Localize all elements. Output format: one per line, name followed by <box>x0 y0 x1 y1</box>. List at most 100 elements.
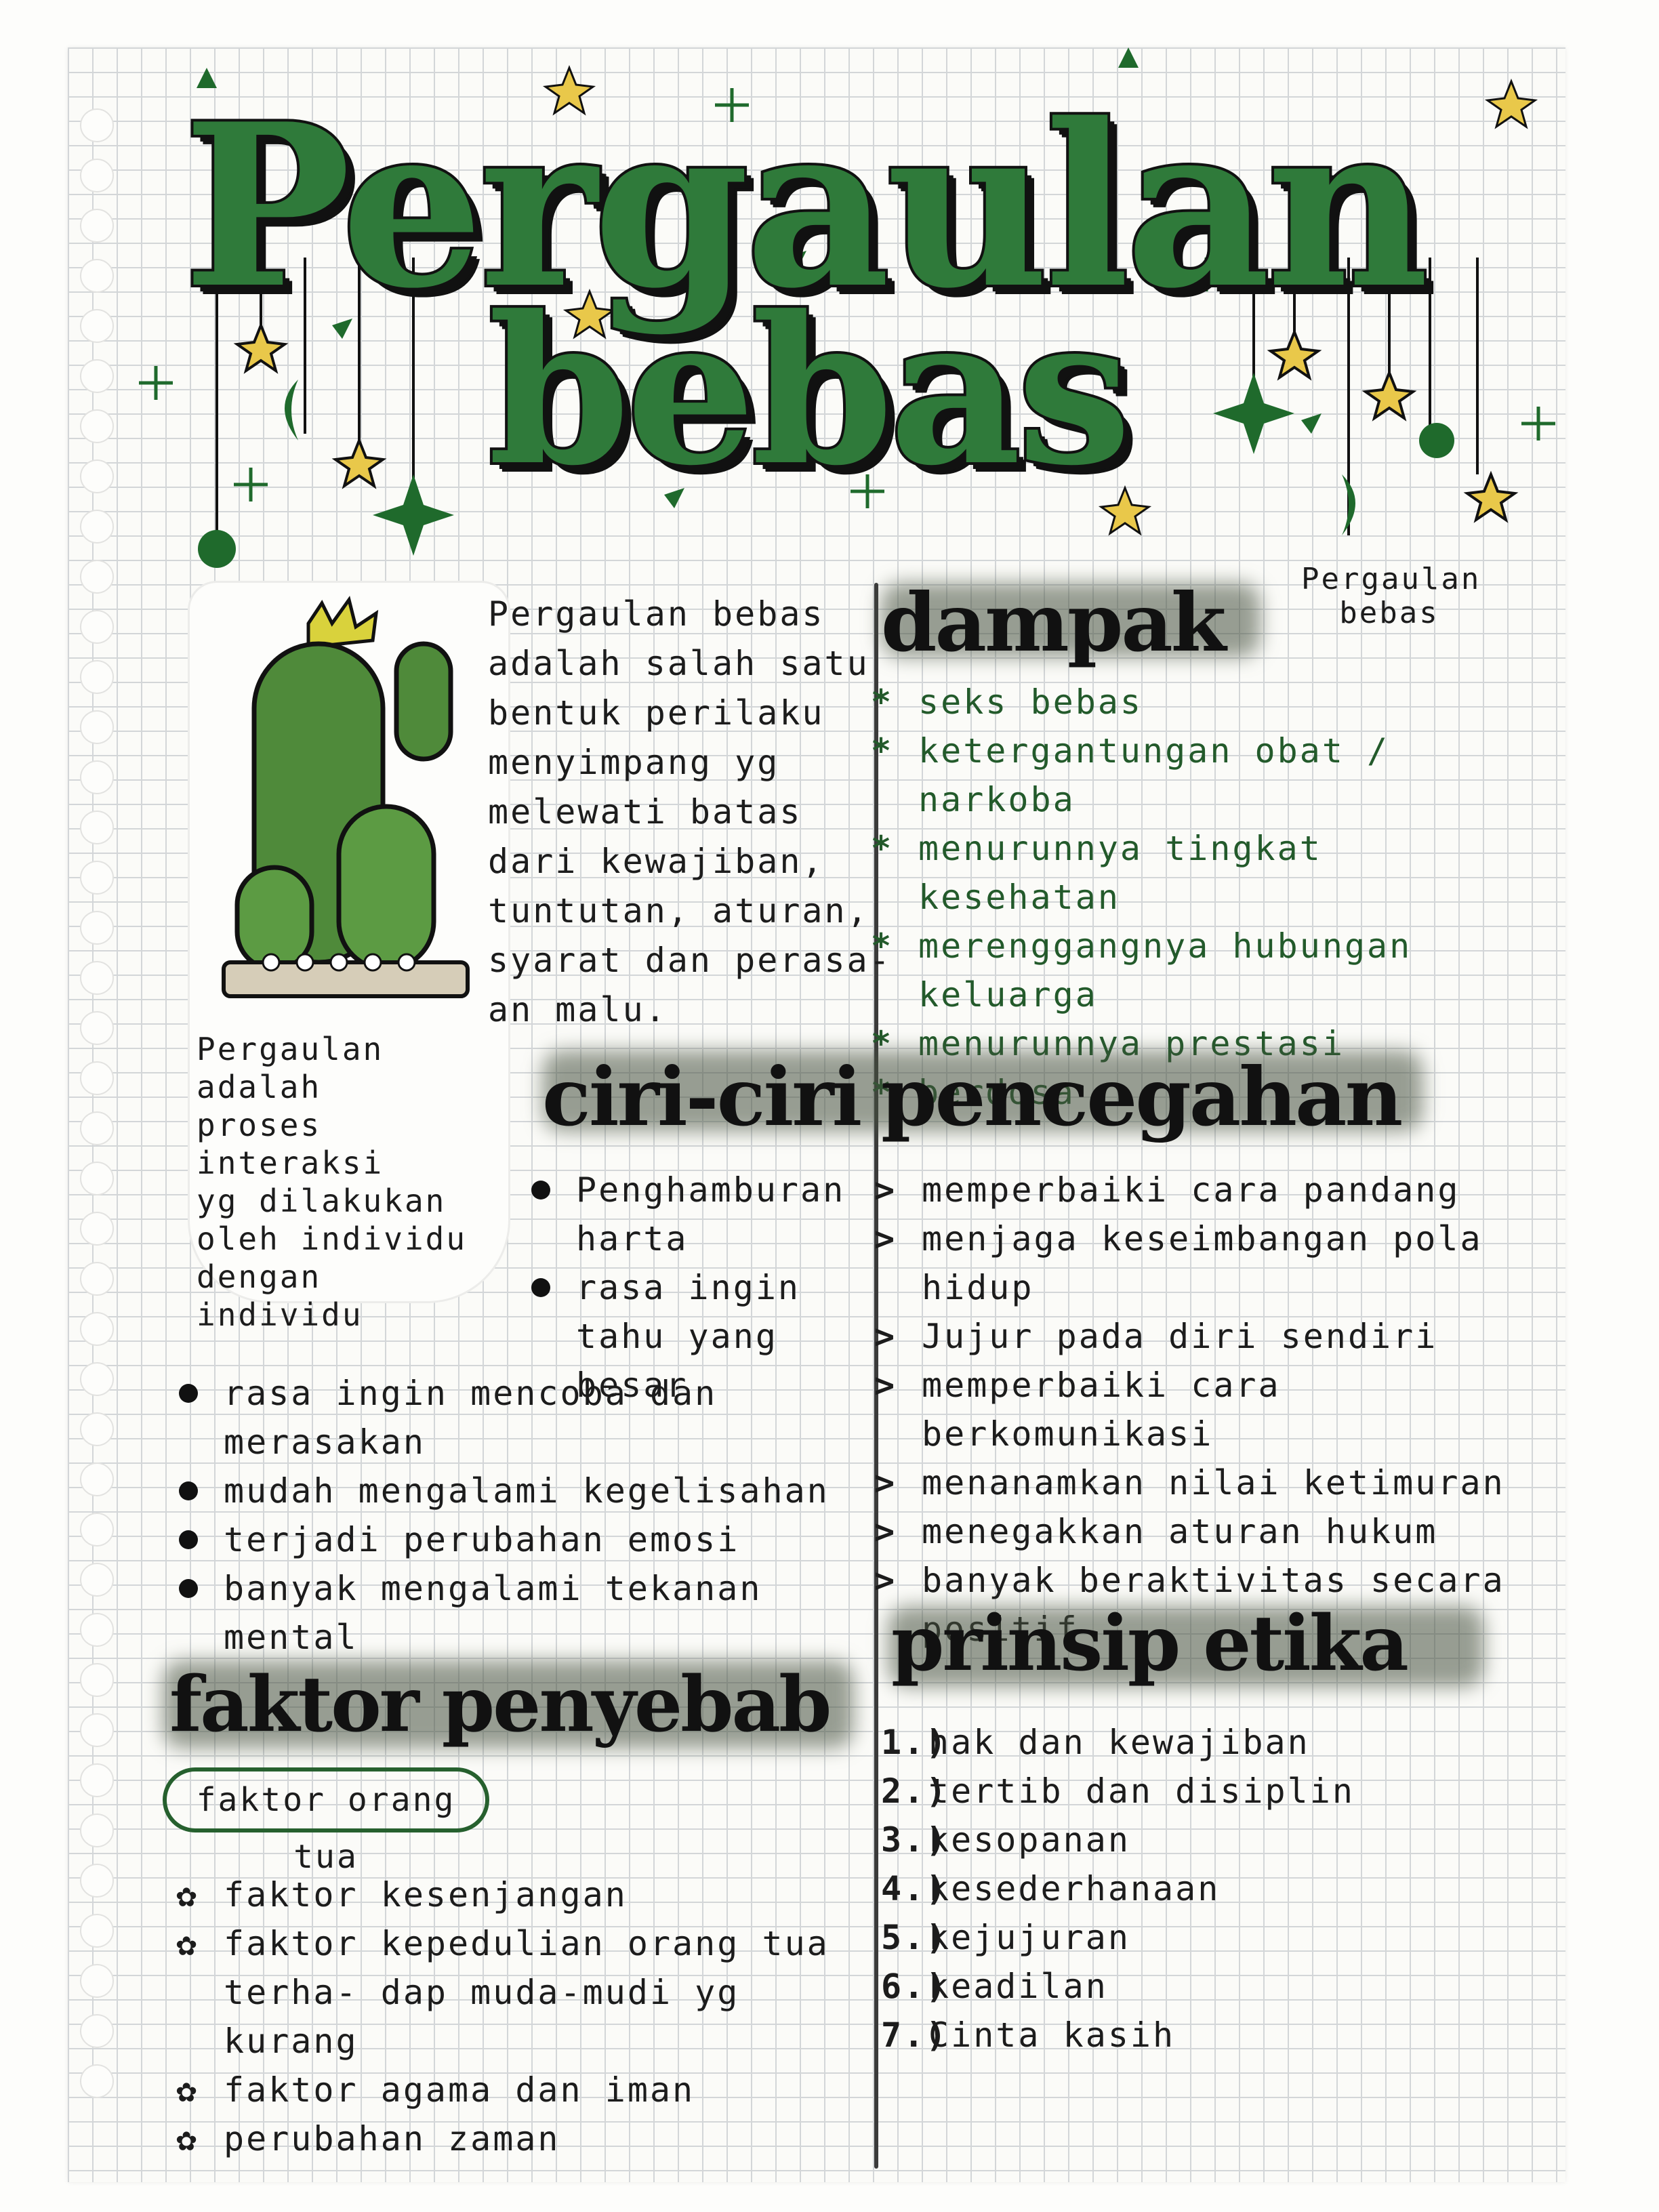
intro-line: syarat dan perasa- <box>488 941 892 980</box>
list-item: * ketergantungan obat / narkoba <box>871 726 1521 824</box>
list-item-text: kesederhanaan <box>928 1869 1221 1908</box>
list-item-text: kejujuran <box>928 1918 1130 1957</box>
bullet-dot-icon <box>179 1530 198 1549</box>
prinsip-heading: prinsip etika <box>891 1599 1409 1688</box>
binder-hole <box>80 1262 114 1296</box>
list-item: * menurunnya tingkat kesehatan <box>871 824 1521 922</box>
list-item-text: menjaga keseimbangan pola hidup <box>922 1219 1483 1307</box>
item-number: 4.) <box>881 1869 949 1908</box>
binder-hole <box>80 811 114 844</box>
list-item: terjadi perubahan emosi <box>176 1515 874 1564</box>
pencegahan-list: > memperbaiki cara pandang > menjaga keseim… <box>874 1166 1545 1654</box>
item-number: 7.) <box>881 2015 949 2055</box>
binder-hole <box>80 1914 114 1948</box>
binder-hole <box>80 1011 114 1045</box>
cactus-icon <box>222 596 470 998</box>
ciri-list: rasa ingin mencoba dan merasakan mudah me… <box>176 1369 874 1662</box>
list-item: 2.) tertib dan disiplin <box>881 1767 1545 1816</box>
bullet-marker: > <box>874 1170 897 1210</box>
item-number: 5.) <box>881 1918 949 1957</box>
binder-hole <box>80 961 114 995</box>
list-item: * seks bebas <box>871 678 1521 726</box>
ciri-heading: ciri-ciri <box>542 1050 862 1144</box>
list-item-text: faktor agama dan iman <box>224 2070 695 2110</box>
cactus-card: Pergaulan adalah proses interaksi yg dilak… <box>190 583 508 1333</box>
list-item: 1.) hak dan kewajiban <box>881 1718 1545 1767</box>
intro-line: bentuk perilaku <box>488 693 825 733</box>
list-item-text: faktor kepedulian orang tua terha- dap m… <box>224 1924 830 2061</box>
list-item-text: rasa ingin mencoba dan merasakan <box>224 1374 718 1462</box>
caption-line: yg dilakukan <box>197 1183 447 1219</box>
list-item: Penghamburan harta <box>529 1166 867 1263</box>
list-item: > Jujur pada diri sendiri <box>874 1312 1545 1361</box>
binder-hole <box>80 1663 114 1697</box>
binder-hole <box>80 1713 114 1747</box>
binder-hole <box>80 710 114 744</box>
intro-line: melewati batas <box>488 792 802 832</box>
binder-hole <box>80 1362 114 1396</box>
binder-hole <box>80 1563 114 1597</box>
list-item-text: banyak mengalami tekanan mental <box>224 1569 762 1657</box>
intro-line: adalah salah satu <box>488 644 869 683</box>
list-item-text: faktor kesenjangan <box>224 1875 628 1914</box>
list-item: * merenggangnya hubungan keluarga <box>871 922 1521 1019</box>
binder-hole <box>80 1864 114 1898</box>
list-item-text: merenggangnya hubungan keluarga <box>918 926 1412 1015</box>
bullet-marker: ✿ <box>176 1875 199 1914</box>
intro-line: tuntutan, aturan, <box>488 891 869 930</box>
bullet-marker: * <box>871 829 894 868</box>
bullet-marker: ✿ <box>176 2119 199 2158</box>
list-item-text: Cinta kasih <box>928 2015 1176 2055</box>
binder-hole <box>80 660 114 694</box>
item-number: 6.) <box>881 1967 949 2006</box>
binder-hole <box>80 1763 114 1797</box>
binder-hole <box>80 1613 114 1647</box>
bullet-dot-icon <box>531 1278 550 1297</box>
binder-hole <box>80 760 114 794</box>
bullet-marker: > <box>874 1317 897 1356</box>
item-number: 1.) <box>881 1723 949 1762</box>
binder-hole <box>80 610 114 644</box>
bullet-marker: ✿ <box>176 2070 199 2110</box>
list-item: rasa ingin mencoba dan merasakan <box>176 1369 874 1467</box>
list-item: ✿ faktor agama dan iman <box>176 2066 867 2114</box>
binder-hole <box>80 1412 114 1446</box>
list-item-text: Jujur pada diri sendiri <box>922 1317 1438 1356</box>
list-item: > memperbaiki cara berkomunikasi <box>874 1361 1545 1458</box>
list-item-text: kesopanan <box>928 1820 1130 1860</box>
faktor-orang-tua-pill: faktor orang tua <box>163 1767 489 1876</box>
cactus-caption: Pergaulan adalah proses interaksi yg dilak… <box>197 1030 508 1334</box>
intro-line: dari kewajiban, <box>488 842 825 881</box>
list-item-text: hak dan kewajiban <box>928 1723 1310 1762</box>
caption-line: Pergaulan adalah <box>197 1031 384 1105</box>
list-item-text: Penghamburan harta <box>576 1170 846 1258</box>
binder-hole <box>80 1513 114 1547</box>
bullet-marker: * <box>871 926 894 966</box>
binder-hole <box>80 1462 114 1496</box>
bullet-dot-icon <box>179 1579 198 1598</box>
list-item-text: ketergantungan obat / narkoba <box>918 731 1390 819</box>
list-item-text: memperbaiki cara berkomunikasi <box>922 1366 1281 1454</box>
intro-line: an malu. <box>488 990 668 1029</box>
caption-line: dengan <box>197 1258 322 1295</box>
list-item: ✿ faktor kepedulian orang tua terha- dap … <box>176 1919 867 2066</box>
bullet-marker: ✿ <box>176 1924 199 1963</box>
binder-hole <box>80 1814 114 1847</box>
list-item: 5.) kejujuran <box>881 1913 1545 1962</box>
list-item: 7.) Cinta kasih <box>881 2011 1545 2060</box>
list-item-text: seks bebas <box>918 682 1143 722</box>
intro-text: Pergaulan bebas adalah salah satu bentuk p… <box>488 590 892 1035</box>
list-item-text: menurunnya tingkat kesehatan <box>918 829 1322 917</box>
list-item: ✿ faktor kesenjangan <box>176 1870 867 1919</box>
page-title-line2: bebas <box>485 268 1134 513</box>
binder-hole <box>80 861 114 895</box>
list-item: > menjaga keseimbangan pola hidup <box>874 1214 1545 1312</box>
bullet-marker: > <box>874 1219 897 1258</box>
bullet-dot-icon <box>179 1384 198 1403</box>
list-item: 4.) kesederhanaan <box>881 1864 1545 1913</box>
binder-hole <box>80 1212 114 1246</box>
bullet-dot-icon <box>179 1481 198 1500</box>
bullet-marker: > <box>874 1463 897 1502</box>
list-item: 3.) kesopanan <box>881 1816 1545 1864</box>
caption-line: individu <box>197 1296 363 1333</box>
